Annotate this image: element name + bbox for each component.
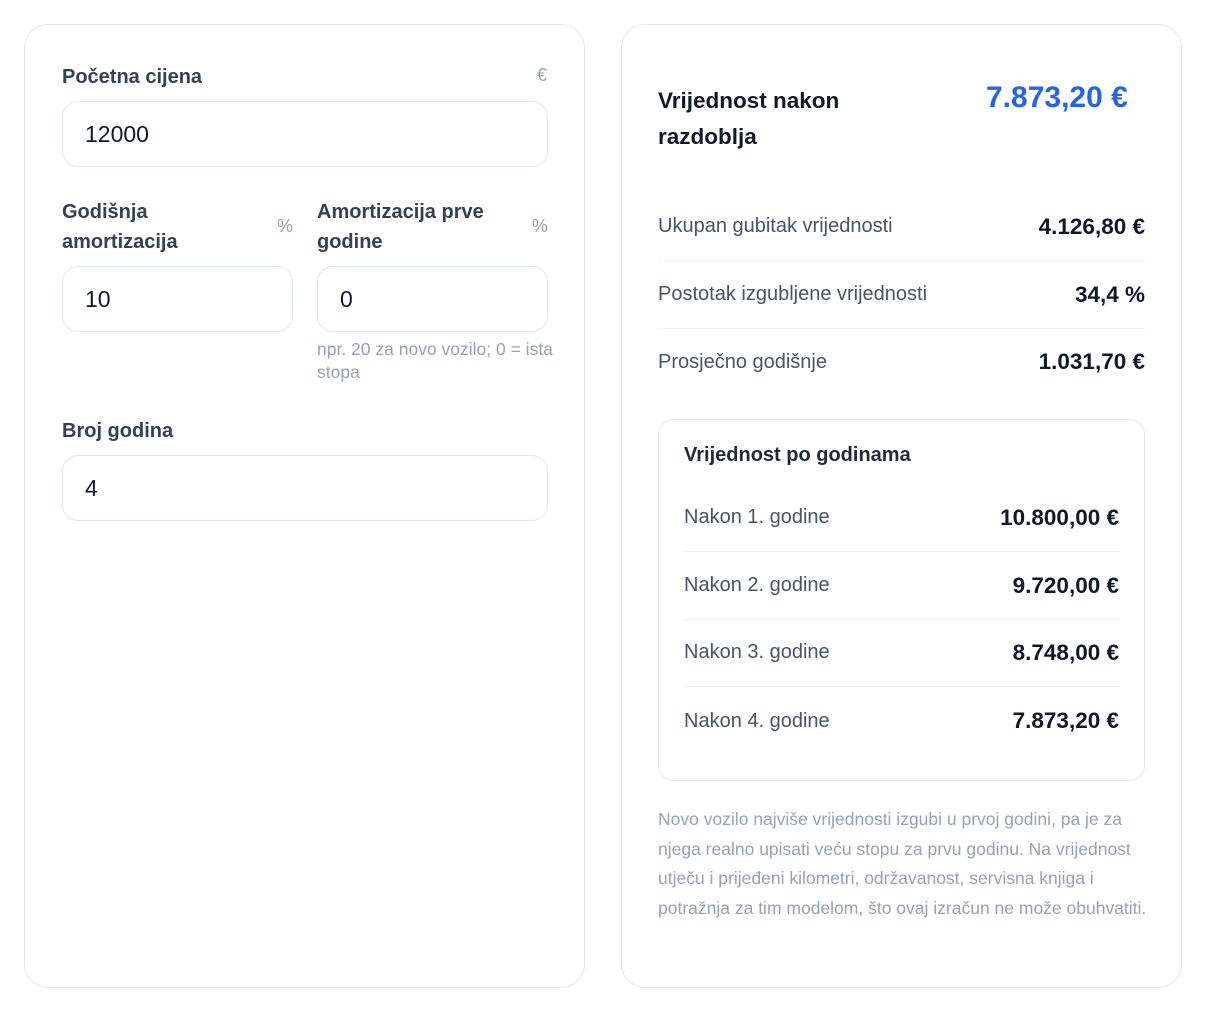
year-label: Nakon 2. godine (684, 574, 830, 596)
years-input[interactable]: 4 (62, 455, 548, 521)
year-value: 8.748,00 € (1012, 639, 1119, 665)
final-value-label: Vrijednost nakon razdoblja (658, 88, 840, 149)
stat-total-loss: Ukupan gubitak vrijednosti 4.126,80 € (658, 193, 1145, 261)
stat-value: 4.126,80 € (1038, 213, 1145, 239)
stat-label: Postotak izgubljene vrijednosti (658, 283, 928, 305)
yearly-values-title: Vrijednost po godinama (684, 444, 911, 466)
year-label: Nakon 1. godine (684, 506, 830, 528)
year-value: 7.873,20 € (1012, 708, 1119, 733)
results-panel: Vrijednost nakon razdoblja 7.873,20 € Uk… (621, 24, 1182, 988)
first-year-rate-label: Amortizacija prve godine (317, 201, 484, 253)
first-year-rate-unit: % (532, 216, 549, 236)
year-label: Nakon 3. godine (684, 641, 830, 663)
year-row: Nakon 2. godine 9.720,00 € (684, 552, 1119, 620)
first-year-rate-input[interactable]: 0 (317, 266, 548, 332)
price-input[interactable]: 12000 (62, 101, 548, 167)
annual-rate-label: Godišnja amortizacija (62, 201, 178, 253)
price-unit: € (537, 65, 548, 85)
price-label: Početna cijena (62, 66, 203, 88)
stat-yearly-average: Prosječno godišnje 1.031,70 € (658, 328, 1145, 396)
stat-label: Prosječno godišnje (658, 350, 827, 373)
input-panel: Početna cijena € 12000 Godišnja amortiza… (24, 24, 585, 988)
years-label: Broj godina (62, 420, 174, 442)
year-value: 9.720,00 € (1012, 572, 1119, 598)
stat-label: Ukupan gubitak vrijednosti (658, 215, 893, 237)
year-row: Nakon 1. godine 10.800,00 € (684, 484, 1119, 552)
annual-rate-input[interactable]: 10 (62, 266, 293, 332)
year-label: Nakon 4. godine (684, 709, 830, 732)
final-value: 7.873,20 € (986, 81, 1128, 114)
stat-loss-percent: Postotak izgubljene vrijednosti 34,4 % (658, 261, 1145, 329)
year-value: 10.800,00 € (1000, 504, 1119, 530)
year-row: Nakon 4. godine 7.873,20 € (684, 687, 1119, 755)
stat-value: 34,4 % (1074, 281, 1145, 307)
yearly-values-box: Vrijednost po godinama Nakon 1. godine 1… (658, 419, 1145, 781)
stat-value: 1.031,70 € (1038, 349, 1145, 374)
first-year-rate-hint: npr. 20 za novo vozilo; 0 = ista stopa (317, 339, 553, 382)
annual-rate-unit: % (277, 216, 294, 236)
disclaimer-note: Novo vozilo najviše vrijednosti izgubi u… (658, 809, 1147, 918)
year-row: Nakon 3. godine 8.748,00 € (684, 619, 1119, 687)
